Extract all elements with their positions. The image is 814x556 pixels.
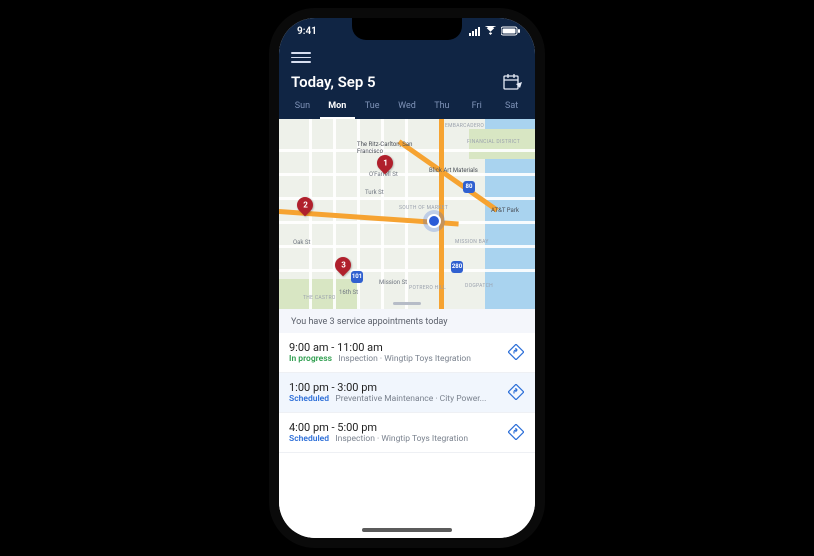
directions-button[interactable] bbox=[507, 383, 525, 401]
appointment-status: Scheduled bbox=[289, 434, 329, 444]
menu-button[interactable] bbox=[291, 48, 311, 67]
day-tab-sat[interactable]: Sat bbox=[494, 97, 529, 119]
appointment-info: 9:00 am - 11:00 amIn progress Inspection… bbox=[289, 341, 499, 364]
map-street-label: Mission St bbox=[379, 279, 407, 286]
appointment-info: 1:00 pm - 3:00 pmScheduled Preventative … bbox=[289, 381, 499, 404]
map-district-label: EMBARCADERO bbox=[445, 123, 484, 129]
appointment-status: Scheduled bbox=[289, 394, 329, 404]
battery-icon bbox=[501, 26, 521, 36]
status-time: 9:41 bbox=[297, 26, 317, 37]
appointment-detail: Inspection · Wingtip Toys Itegration bbox=[338, 354, 471, 364]
current-location-icon bbox=[427, 214, 441, 228]
sheet-drag-handle[interactable] bbox=[393, 302, 421, 305]
directions-button[interactable] bbox=[507, 423, 525, 441]
map-district-label: POTRERO HILL bbox=[409, 285, 446, 291]
map-street-label: Turk St bbox=[365, 189, 384, 196]
map-street-label: Oak St bbox=[293, 239, 310, 246]
map-poi-label: Blick Art Materials bbox=[429, 167, 478, 174]
day-tab-wed[interactable]: Wed bbox=[390, 97, 425, 119]
appointment-meta: Scheduled Inspection · Wingtip Toys Iteg… bbox=[289, 434, 499, 444]
directions-button[interactable] bbox=[507, 343, 525, 361]
appointment-row[interactable]: 4:00 pm - 5:00 pmScheduled Inspection · … bbox=[279, 413, 535, 453]
appointment-detail: Inspection · Wingtip Toys Itegration bbox=[335, 434, 468, 444]
map-pin-number: 1 bbox=[383, 158, 388, 167]
appointment-meta: In progress Inspection · Wingtip Toys It… bbox=[289, 354, 499, 364]
day-tab-tue[interactable]: Tue bbox=[355, 97, 390, 119]
day-tabs: Sun Mon Tue Wed Thu Fri Sat bbox=[279, 97, 535, 119]
map-street-label: 16th St bbox=[339, 289, 358, 296]
map-district-label: DOGPATCH bbox=[465, 283, 493, 289]
map-poi-label: AT&T Park bbox=[491, 207, 519, 214]
map-district-label: THE CASTRO bbox=[303, 295, 336, 301]
status-right bbox=[469, 26, 521, 36]
cellular-signal-icon bbox=[469, 27, 480, 36]
appointment-row[interactable]: 9:00 am - 11:00 amIn progress Inspection… bbox=[279, 333, 535, 373]
map-district-label: MISSION BAY bbox=[455, 239, 489, 245]
map-pin-number: 2 bbox=[303, 200, 308, 209]
stage: 9:41 bbox=[0, 0, 814, 556]
wifi-icon bbox=[484, 26, 497, 36]
day-tab-fri[interactable]: Fri bbox=[459, 97, 494, 119]
map[interactable]: EMBARCADERO FINANCIAL DISTRICT SOUTH OF MA… bbox=[279, 119, 535, 309]
page-title: Today, Sep 5 bbox=[291, 73, 376, 91]
highway-shield-icon: 80 bbox=[463, 181, 475, 193]
highway-shield-icon: 280 bbox=[451, 261, 463, 273]
map-district-label: SOUTH OF MARKET bbox=[399, 205, 448, 211]
appointment-time: 4:00 pm - 5:00 pm bbox=[289, 421, 499, 434]
appointments-list: 9:00 am - 11:00 amIn progress Inspection… bbox=[279, 333, 535, 453]
phone-frame: 9:41 bbox=[279, 18, 535, 538]
appointment-row[interactable]: 1:00 pm - 3:00 pmScheduled Preventative … bbox=[279, 373, 535, 413]
map-district-label: FINANCIAL DISTRICT bbox=[467, 139, 520, 145]
home-indicator[interactable] bbox=[362, 528, 452, 532]
appointment-time: 9:00 am - 11:00 am bbox=[289, 341, 499, 354]
calendar-button[interactable] bbox=[503, 73, 523, 91]
map-poi-label: The Ritz-Carlton, San Francisco bbox=[357, 141, 417, 155]
appointment-time: 1:00 pm - 3:00 pm bbox=[289, 381, 499, 394]
map-pin-number: 3 bbox=[341, 260, 346, 269]
title-bar: Today, Sep 5 bbox=[279, 69, 535, 97]
app-bar bbox=[279, 44, 535, 69]
phone-notch bbox=[352, 18, 462, 40]
appointment-status: In progress bbox=[289, 354, 332, 364]
day-tab-thu[interactable]: Thu bbox=[424, 97, 459, 119]
day-tab-sun[interactable]: Sun bbox=[285, 97, 320, 119]
appointments-summary: You have 3 service appointments today bbox=[279, 309, 535, 333]
appointment-detail: Preventative Maintenance · City Power... bbox=[335, 394, 486, 404]
appointments-panel: You have 3 service appointments today 9:… bbox=[279, 309, 535, 539]
appointment-meta: Scheduled Preventative Maintenance · Cit… bbox=[289, 394, 499, 404]
appointment-info: 4:00 pm - 5:00 pmScheduled Inspection · … bbox=[289, 421, 499, 444]
highway-shield-icon: 101 bbox=[351, 271, 363, 283]
screen: 9:41 bbox=[279, 18, 535, 538]
day-tab-mon[interactable]: Mon bbox=[320, 97, 355, 119]
